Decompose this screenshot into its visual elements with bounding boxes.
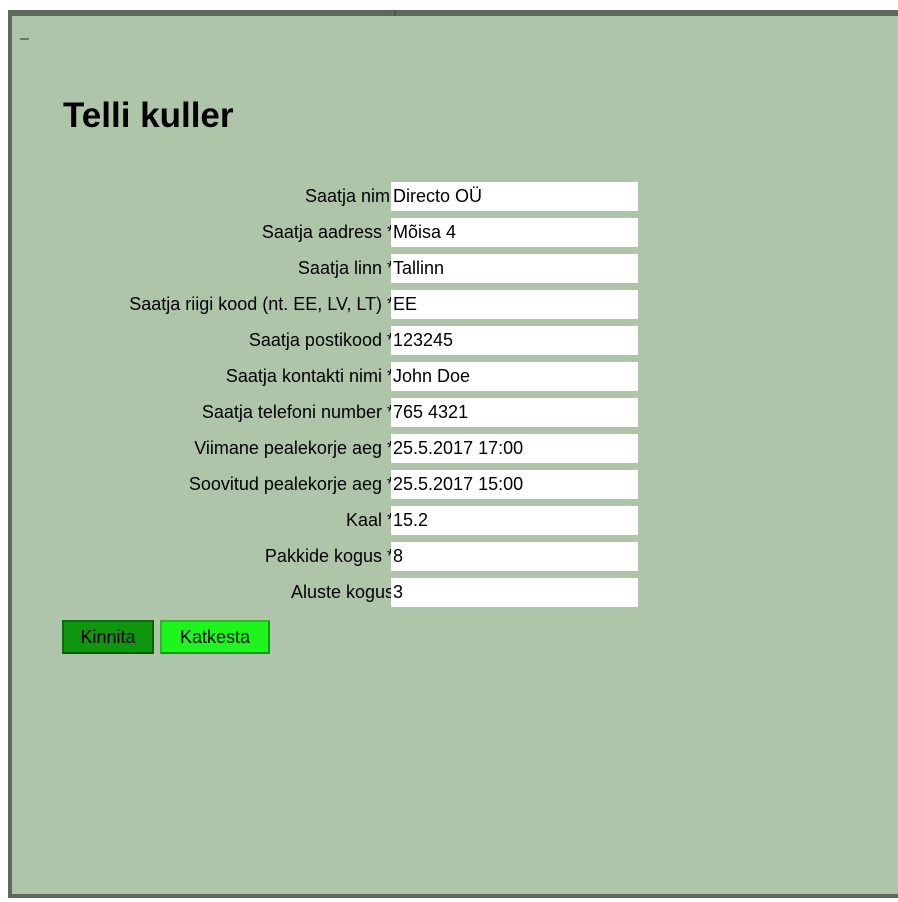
sender-contact-name-input[interactable] — [391, 362, 638, 391]
panel-corner-mark — [20, 38, 29, 48]
sender-postcode-label: Saatja postikood * — [248, 330, 394, 350]
sender-postcode-input[interactable] — [391, 326, 638, 355]
pallet-count-input[interactable] — [391, 578, 638, 607]
package-count-label: Pakkide kogus * — [264, 546, 394, 566]
form-row-pallet-count: Aluste kogus — [12, 578, 652, 614]
pallet-count-label: Aluste kogus — [290, 582, 394, 602]
form-row-sender-name: Saatja nimi — [12, 182, 652, 218]
sender-name-input[interactable] — [391, 182, 638, 211]
latest-pickup-time-label: Viimane pealekorje aeg * — [194, 438, 394, 458]
courier-order-form: Saatja nimi Saatja aadress * Saatja linn… — [12, 182, 652, 614]
sender-phone-label: Saatja telefoni number * — [201, 402, 394, 422]
confirm-button[interactable]: Kinnita — [62, 620, 154, 654]
form-row-sender-postcode: Saatja postikood * — [12, 326, 652, 362]
package-count-input[interactable] — [391, 542, 638, 571]
sender-country-code-input[interactable] — [391, 290, 638, 319]
sender-address-input[interactable] — [391, 218, 638, 247]
form-row-sender-phone: Saatja telefoni number * — [12, 398, 652, 434]
cancel-button[interactable]: Katkesta — [160, 620, 270, 654]
sender-contact-name-label: Saatja kontakti nimi * — [225, 366, 394, 386]
sender-city-input[interactable] — [391, 254, 638, 283]
window-frame: Telli kuller Saatja nimi Saatja aadress … — [0, 0, 898, 902]
form-row-package-count: Pakkide kogus * — [12, 542, 652, 578]
preferred-pickup-time-input[interactable] — [391, 470, 638, 499]
form-row-preferred-pickup-time: Soovitud pealekorje aeg * — [12, 470, 652, 506]
page-title: Telli kuller — [63, 96, 234, 135]
form-row-sender-address: Saatja aadress * — [12, 218, 652, 254]
sender-country-code-label: Saatja riigi kood (nt. EE, LV, LT) * — [129, 294, 394, 314]
preferred-pickup-time-label: Soovitud pealekorje aeg * — [188, 474, 394, 494]
sender-name-label: Saatja nimi — [304, 186, 394, 206]
sender-address-label: Saatja aadress * — [261, 222, 394, 242]
form-row-sender-city: Saatja linn * — [12, 254, 652, 290]
form-row-latest-pickup-time: Viimane pealekorje aeg * — [12, 434, 652, 470]
weight-label: Kaal * — [345, 510, 394, 530]
form-row-weight: Kaal * — [12, 506, 652, 542]
sender-city-label: Saatja linn * — [297, 258, 394, 278]
weight-input[interactable] — [391, 506, 638, 535]
sender-phone-input[interactable] — [391, 398, 638, 427]
latest-pickup-time-input[interactable] — [391, 434, 638, 463]
courier-order-panel: Telli kuller Saatja nimi Saatja aadress … — [8, 16, 898, 898]
form-row-sender-contact-name: Saatja kontakti nimi * — [12, 362, 652, 398]
form-row-sender-country-code: Saatja riigi kood (nt. EE, LV, LT) * — [12, 290, 652, 326]
